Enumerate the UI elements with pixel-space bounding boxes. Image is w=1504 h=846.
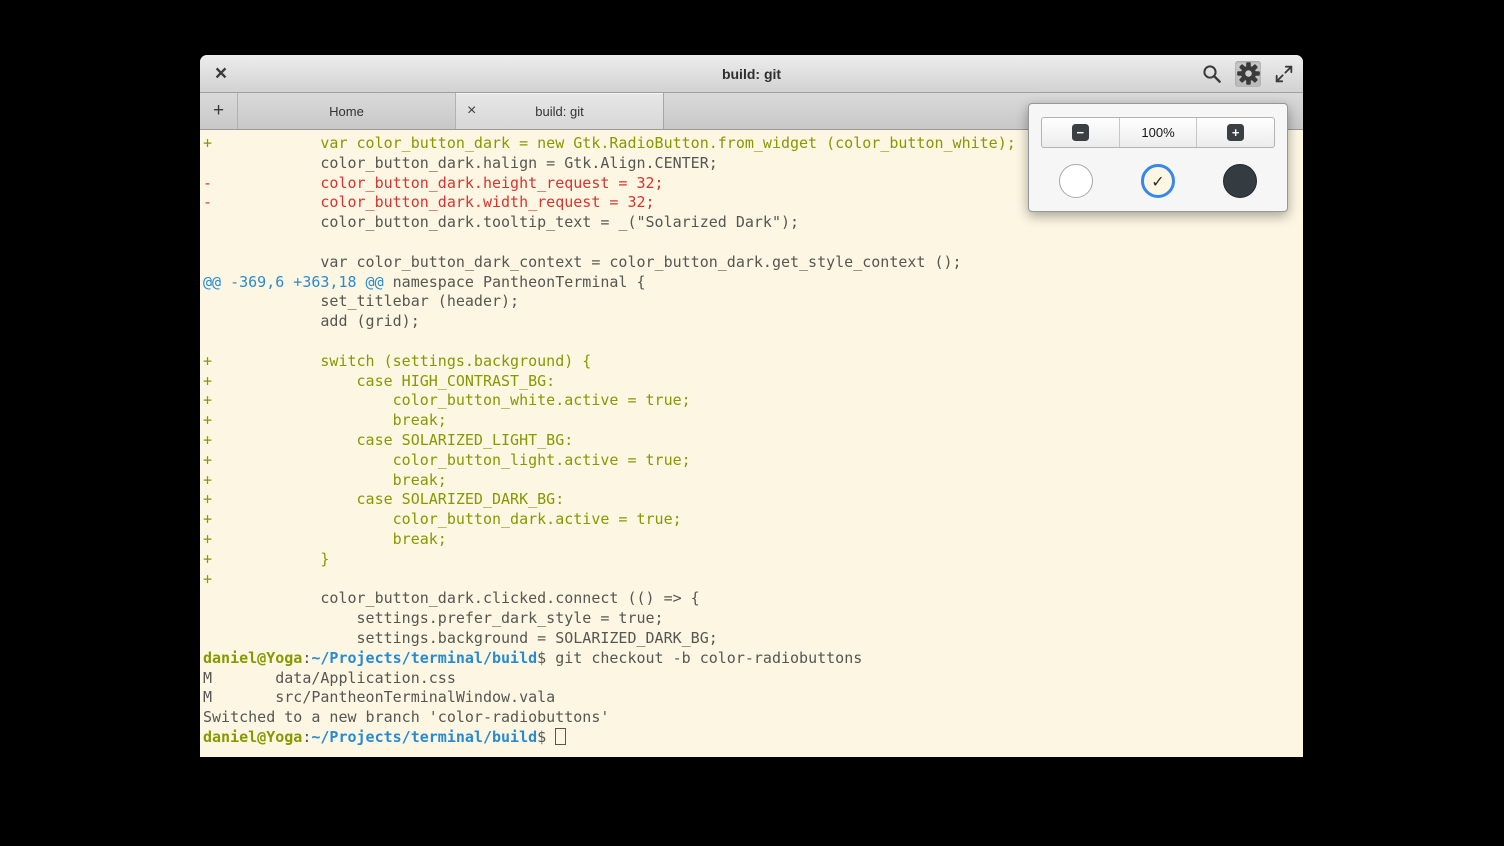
terminal-cursor bbox=[555, 728, 566, 745]
terminal-line: @@ -369,6 +363,18 @@ namespace PantheonT… bbox=[203, 273, 1303, 293]
zoom-out-button[interactable]: − bbox=[1042, 118, 1119, 147]
terminal-line: + break; bbox=[203, 530, 1303, 550]
terminal-text: var color_button_dark_context = color_bu… bbox=[203, 253, 962, 271]
terminal-text: + case SOLARIZED_DARK_BG: bbox=[203, 490, 564, 508]
terminal-line: color_button_dark.clicked.connect (() =>… bbox=[203, 589, 1303, 609]
tab-close-icon[interactable]: × bbox=[467, 103, 476, 119]
search-icon bbox=[1201, 63, 1223, 85]
zoom-control: − 100% + bbox=[1041, 117, 1275, 148]
terminal-line: + break; bbox=[203, 411, 1303, 431]
terminal-line: + color_button_dark.active = true; bbox=[203, 510, 1303, 530]
window-title: build: git bbox=[200, 66, 1303, 82]
terminal-text: + break; bbox=[203, 530, 447, 548]
terminal-text: daniel@Yoga bbox=[203, 728, 302, 746]
terminal-output[interactable]: + var color_button_dark = new Gtk.RadioB… bbox=[200, 130, 1303, 757]
maximize-icon bbox=[1273, 63, 1295, 85]
terminal-text: color_button_dark.tooltip_text = _("Sola… bbox=[203, 213, 799, 231]
terminal-line: + bbox=[203, 570, 1303, 590]
zoom-in-button[interactable]: + bbox=[1197, 118, 1274, 147]
terminal-text: Switched to a new branch 'color-radiobut… bbox=[203, 708, 609, 726]
new-tab-button[interactable]: + bbox=[200, 93, 238, 129]
terminal-text: + bbox=[203, 570, 212, 588]
terminal-text: M src/PantheonTerminalWindow.vala bbox=[203, 688, 555, 706]
terminal-line: var color_button_dark_context = color_bu… bbox=[203, 253, 1303, 273]
terminal-line: + break; bbox=[203, 471, 1303, 491]
tab-build-git[interactable]: × build: git bbox=[456, 93, 664, 129]
terminal-line: settings.background = SOLARIZED_DARK_BG; bbox=[203, 629, 1303, 649]
terminal-line: + case SOLARIZED_DARK_BG: bbox=[203, 490, 1303, 510]
terminal-line: M data/Application.css bbox=[203, 669, 1303, 689]
terminal-text: settings.background = SOLARIZED_DARK_BG; bbox=[203, 629, 718, 647]
terminal-text: color_button_dark.halign = Gtk.Align.CEN… bbox=[203, 154, 718, 172]
tab-home[interactable]: Home bbox=[238, 93, 456, 129]
tab-home-label: Home bbox=[329, 104, 364, 119]
terminal-text: + color_button_white.active = true; bbox=[203, 391, 691, 409]
terminal-line: + } bbox=[203, 550, 1303, 570]
terminal-text: + } bbox=[203, 550, 329, 568]
titlebar-actions bbox=[1199, 61, 1297, 87]
terminal-text: ~/Projects/terminal/build bbox=[311, 728, 537, 746]
terminal-line: daniel@Yoga:~/Projects/terminal/build$ g… bbox=[203, 649, 1303, 669]
theme-options: ✓ bbox=[1041, 163, 1275, 199]
terminal-line: + color_button_white.active = true; bbox=[203, 391, 1303, 411]
terminal-line bbox=[203, 233, 1303, 253]
terminal-line: color_button_dark.tooltip_text = _("Sola… bbox=[203, 213, 1303, 233]
settings-button[interactable] bbox=[1235, 61, 1261, 87]
maximize-button[interactable] bbox=[1271, 61, 1297, 87]
terminal-text: M data/Application.css bbox=[203, 669, 456, 687]
gear-icon bbox=[1237, 62, 1260, 85]
terminal-line: M src/PantheonTerminalWindow.vala bbox=[203, 688, 1303, 708]
terminal-line: + case HIGH_CONTRAST_BG: bbox=[203, 372, 1303, 392]
terminal-line: set_titlebar (header); bbox=[203, 292, 1303, 312]
terminal-text: + color_button_light.active = true; bbox=[203, 451, 691, 469]
terminal-line: add (grid); bbox=[203, 312, 1303, 332]
tab-build-git-label: build: git bbox=[535, 104, 583, 119]
terminal-text: + case SOLARIZED_LIGHT_BG: bbox=[203, 431, 573, 449]
terminal-text: settings.prefer_dark_style = true; bbox=[203, 609, 664, 627]
terminal-text: - color_button_dark.width_request = 32; bbox=[203, 193, 655, 211]
terminal-line: + color_button_light.active = true; bbox=[203, 451, 1303, 471]
terminal-text: + case HIGH_CONTRAST_BG: bbox=[203, 372, 555, 390]
terminal-line: Switched to a new branch 'color-radiobut… bbox=[203, 708, 1303, 728]
theme-option-solarized-light[interactable]: ✓ bbox=[1141, 164, 1175, 198]
terminal-line: settings.prefer_dark_style = true; bbox=[203, 609, 1303, 629]
terminal-text: daniel@Yoga bbox=[203, 649, 302, 667]
zoom-level[interactable]: 100% bbox=[1119, 118, 1198, 147]
terminal-text: + switch (settings.background) { bbox=[203, 352, 591, 370]
search-button[interactable] bbox=[1199, 61, 1225, 87]
terminal-line: + case SOLARIZED_LIGHT_BG: bbox=[203, 431, 1303, 451]
terminal-text: namespace PantheonTerminal { bbox=[384, 273, 646, 291]
terminal-text: + color_button_dark.active = true; bbox=[203, 510, 682, 528]
terminal-text: + var color_button_dark = new Gtk.RadioB… bbox=[203, 134, 1016, 152]
terminal-text: add (grid); bbox=[203, 312, 420, 330]
terminal-line: daniel@Yoga:~/Projects/terminal/build$ bbox=[203, 728, 1303, 748]
terminal-text: + break; bbox=[203, 411, 447, 429]
terminal-text: ~/Projects/terminal/build bbox=[311, 649, 537, 667]
terminal-text: + break; bbox=[203, 471, 447, 489]
terminal-line bbox=[203, 332, 1303, 352]
settings-popover: − 100% + ✓ bbox=[1028, 103, 1288, 212]
close-button[interactable]: × bbox=[208, 61, 234, 87]
theme-option-solarized-dark[interactable] bbox=[1223, 164, 1257, 198]
terminal-text: set_titlebar (header); bbox=[203, 292, 519, 310]
terminal-text: $ git checkout -b color-radiobuttons bbox=[537, 649, 862, 667]
titlebar[interactable]: × build: git bbox=[200, 55, 1303, 93]
terminal-text: - color_button_dark.height_request = 32; bbox=[203, 174, 664, 192]
close-icon: × bbox=[215, 63, 227, 84]
terminal-text: @@ -369,6 +363,18 @@ bbox=[203, 273, 384, 291]
checkmark-icon: ✓ bbox=[1151, 172, 1164, 191]
terminal-text: color_button_dark.clicked.connect (() =>… bbox=[203, 589, 700, 607]
theme-option-high-contrast[interactable] bbox=[1059, 164, 1093, 198]
terminal-text: $ bbox=[537, 728, 555, 746]
zoom-out-icon: − bbox=[1072, 124, 1089, 141]
zoom-in-icon: + bbox=[1227, 124, 1244, 141]
terminal-line: + switch (settings.background) { bbox=[203, 352, 1303, 372]
